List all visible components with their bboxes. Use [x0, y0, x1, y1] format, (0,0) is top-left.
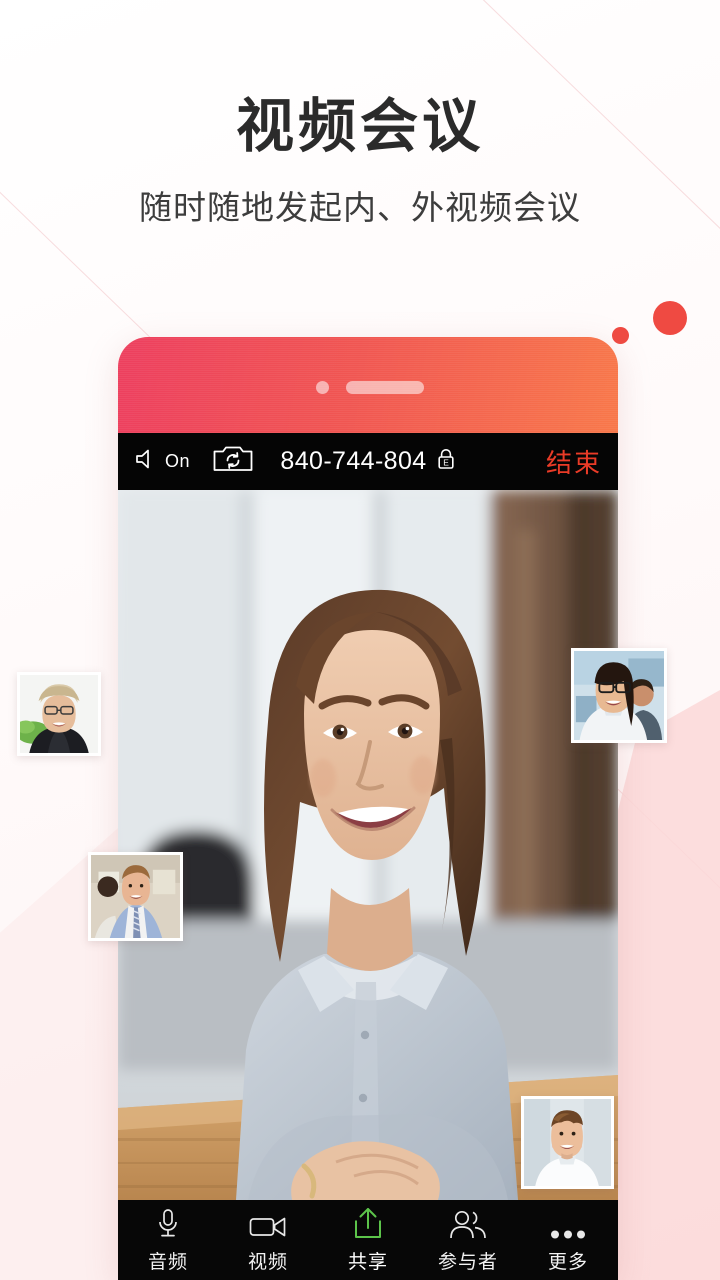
participant-thumb-man-image [91, 855, 180, 938]
page-heading: 视频会议 随时随地发起内、外视频会议 [0, 94, 720, 229]
svg-text:E: E [443, 457, 449, 467]
toolbar-item-share[interactable]: 共享 [318, 1206, 418, 1274]
participant-thumb-bottom-right[interactable] [521, 1096, 614, 1189]
speaker-toggle-button[interactable]: On [134, 447, 190, 476]
toolbar-item-audio[interactable]: 音频 [118, 1206, 218, 1274]
participant-thumb-left-image [20, 675, 98, 753]
lock-encrypted-icon: E [436, 447, 456, 476]
toolbar-label-more: 更多 [547, 1252, 588, 1273]
meeting-top-bar: On 840-744-804 E 结束 [118, 433, 618, 490]
participant-thumb-left[interactable] [17, 672, 101, 756]
page-subtitle: 随时随地发起内、外视频会议 [139, 188, 581, 226]
toolbar-item-video[interactable]: 视频 [218, 1206, 318, 1274]
toolbar-label-share: 共享 [347, 1252, 388, 1273]
participant-thumb-right[interactable] [571, 648, 667, 743]
toolbar-item-more[interactable]: 更多 [518, 1206, 618, 1274]
active-speaker-video [118, 490, 618, 1200]
front-camera-icon [316, 381, 329, 394]
switch-camera-icon [212, 446, 254, 478]
meeting-id-label: 840-744-804 [280, 447, 427, 475]
participants-icon [448, 1206, 488, 1240]
microphone-icon [155, 1206, 181, 1240]
share-upload-icon [353, 1206, 383, 1240]
speaker-state-label: On [165, 451, 191, 471]
toolbar-item-participants[interactable]: 参与者 [418, 1206, 518, 1274]
participant-thumb-man[interactable] [88, 852, 183, 941]
red-dot-large-decoration [653, 301, 687, 335]
toolbar-label-audio: 音频 [147, 1252, 188, 1273]
participant-thumb-right-image [574, 651, 664, 740]
speaker-icon [134, 447, 160, 476]
toolbar-label-video: 视频 [247, 1252, 288, 1273]
page-title: 视频会议 [235, 94, 484, 159]
meeting-bottom-toolbar: 音频 视频 共享 参与者 更多 [118, 1200, 618, 1280]
phone-bezel-top [118, 337, 618, 433]
more-dots-icon [548, 1206, 588, 1240]
end-meeting-button[interactable]: 结束 [546, 443, 602, 480]
video-stage[interactable] [118, 490, 618, 1200]
video-camera-icon [249, 1206, 287, 1240]
earpiece-speaker-slot [346, 381, 424, 394]
toolbar-label-participants: 参与者 [437, 1252, 498, 1273]
participant-thumb-bottom-right-image [524, 1099, 611, 1186]
switch-camera-button[interactable] [212, 444, 254, 479]
